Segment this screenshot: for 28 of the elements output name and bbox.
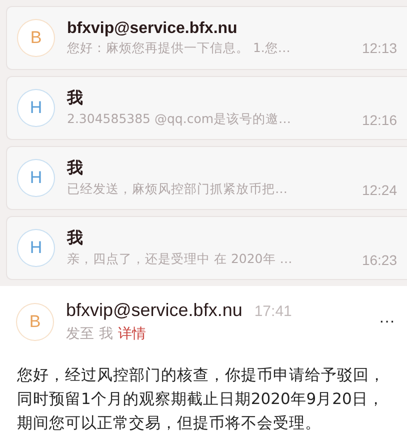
message-preview: 您好：麻烦您再提供一下信息。 1.您… <box>67 40 290 56</box>
message-time: 12:24 <box>362 182 397 198</box>
message-time: 16:23 <box>362 252 397 268</box>
thread-card[interactable]: H 我 亲，四点了，还是受理中 在 2020年 … 16:23 <box>6 216 407 280</box>
thread-card[interactable]: H 我 已经发送，麻烦风控部门抓紧放币把… 12:24 <box>6 146 407 210</box>
recipient-name: 我 <box>99 325 113 343</box>
message-time: 12:16 <box>362 112 397 128</box>
message-body: 您好，经过风控部门的核查，你提币申请给予驳回，同时预留1个月的观察期截止日期2020年9月20日，期间您可以正常交易，但提币将不会受理。 <box>17 365 386 434</box>
details-link[interactable]: 详情 <box>118 325 146 343</box>
thread-card[interactable]: B bfxvip@service.bfx.nu 您好：麻烦您再提供一下信息。 1.您… 12:13 <box>6 6 407 70</box>
avatar: H <box>17 229 55 267</box>
more-button[interactable]: ··· <box>379 312 395 330</box>
message-time: 17:41 <box>254 303 292 320</box>
avatar: H <box>17 89 55 127</box>
avatar: H <box>17 159 55 197</box>
sender-name: bfxvip@service.bfx.nu <box>66 300 242 321</box>
sender-name: 我 <box>67 228 84 249</box>
sender-name: 我 <box>67 88 84 109</box>
message-preview: 2.304585385 @qq.com是该号的邀… <box>67 111 292 128</box>
avatar: B <box>16 302 54 340</box>
message-time: 12:13 <box>362 40 397 56</box>
sender-name: 我 <box>67 158 84 179</box>
sent-to-label: 发至 <box>66 325 94 343</box>
message-preview: 已经发送，麻烦风控部门抓紧放币把… <box>67 181 288 198</box>
sender-name: bfxvip@service.bfx.nu <box>67 20 238 38</box>
message-preview: 亲，四点了，还是受理中 在 2020年 … <box>67 251 292 268</box>
thread-card[interactable]: H 我 2.304585385 @qq.com是该号的邀… 12:16 <box>6 76 407 140</box>
avatar: B <box>17 19 55 57</box>
